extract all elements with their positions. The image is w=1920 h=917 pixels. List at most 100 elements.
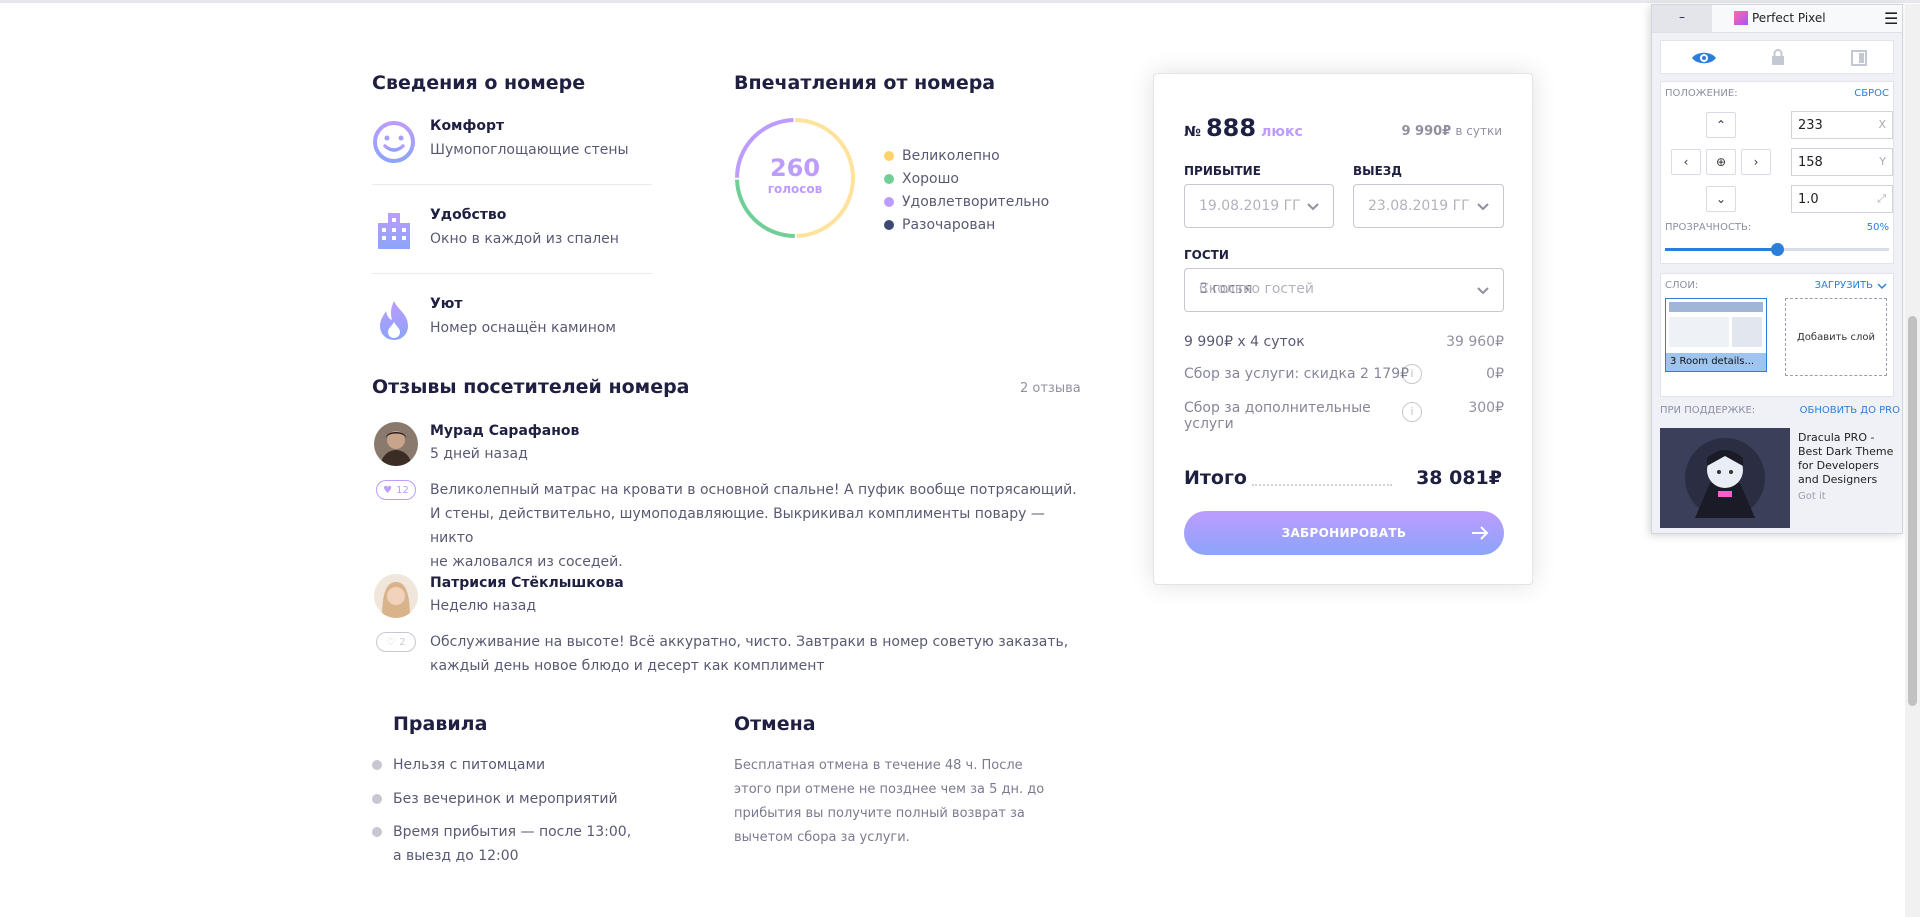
ad-link[interactable]: Got it (1798, 491, 1826, 502)
rule-text: а выезд до 12:00 (393, 848, 519, 864)
price-row-amount: 300₽ (1468, 400, 1504, 416)
departure-value: 23.08.2019 (1368, 198, 1449, 214)
dracula-ad-image[interactable] (1660, 428, 1790, 528)
cancel-line: этого при отмене не позднее чем за 5 дн.… (734, 782, 1045, 797)
legend-good: Хорошо (884, 171, 959, 187)
move-left-button[interactable]: ‹ (1671, 149, 1701, 175)
rule-text: Время прибытия — после 13:00, (393, 824, 632, 840)
bullet (372, 794, 382, 804)
booking-card: № 888 люкс 9 990₽ в сутки Прибытие 19.08… (1153, 73, 1533, 585)
review-line: И стены, действительно, шумоподавляющие.… (430, 506, 1045, 546)
divider (372, 273, 652, 274)
layer-thumb-image (1669, 317, 1729, 347)
arrival-value: 19.08.2019 (1199, 198, 1280, 214)
upgrade-button[interactable]: Обновить до PRO (1800, 405, 1900, 416)
review-line: каждый день новое блюдо и десерт как ком… (430, 658, 825, 674)
reset-button[interactable]: Сброс (1854, 88, 1889, 99)
price-row-amount: 39 960₽ (1446, 334, 1504, 350)
votes-count: 260 (769, 154, 821, 182)
upload-button[interactable]: Загрузить (1815, 280, 1873, 291)
y-axis-label: Y (1879, 155, 1886, 168)
review-text: Великолепный матрас на кровати в основно… (430, 478, 1090, 574)
center-button[interactable]: ⊕ (1706, 149, 1736, 175)
price-value: 9 990₽ (1401, 124, 1452, 139)
menu-icon[interactable]: ☰ (1884, 9, 1898, 28)
panel-title: Perfect Pixel (1752, 11, 1826, 25)
layer-thumbnail[interactable]: 3 Room details... (1665, 298, 1767, 372)
layers-label: Слои: (1665, 280, 1699, 291)
scrollbar-thumb[interactable] (1908, 316, 1917, 706)
room-details-title: Сведения о номере (372, 72, 586, 94)
cancel-line: прибытия вы получите полный возврат за (734, 806, 1025, 821)
invert-icon[interactable] (1851, 50, 1867, 66)
center-icon: ⊕ (1715, 155, 1727, 169)
legend-label: Разочарован (902, 217, 996, 233)
arrival-date-field[interactable]: 19.08.2019 ГГ (1184, 184, 1334, 228)
like-button[interactable]: ♥ 12 (376, 480, 416, 500)
legend-dot (884, 151, 894, 161)
rule-item: Без вечеринок и мероприятий (372, 787, 618, 811)
price-row-amount: 0₽ (1486, 366, 1504, 382)
like-button[interactable]: ♡ 2 (376, 632, 416, 652)
total-dots (1252, 484, 1392, 486)
move-up-button[interactable]: ⌃ (1706, 112, 1736, 138)
eye-icon[interactable] (1691, 50, 1717, 66)
reviews-count: 2 отзыва (1020, 381, 1081, 396)
panel-header: – Perfect Pixel ☰ (1652, 5, 1902, 33)
legend-label: Великолепно (902, 148, 1000, 164)
arrow-right-icon (1472, 526, 1489, 540)
lock-icon[interactable] (1771, 49, 1785, 65)
review-line: Обслуживание на высоте! Всё аккуратно, ч… (430, 634, 1069, 650)
layer-name: 3 Room details... (1666, 353, 1766, 371)
chevron-down-icon (1877, 283, 1887, 290)
legend-satisfactory: Удовлетворительно (884, 194, 1049, 210)
feature-desc: Номер оснащён камином (430, 320, 616, 336)
rules-title: Правила (393, 713, 488, 735)
x-input[interactable]: 233 X (1791, 111, 1893, 139)
chevron-left-icon: ‹ (1683, 155, 1689, 169)
legend-label: Хорошо (902, 171, 959, 187)
avatar-image (374, 574, 418, 618)
review-line: Великолепный матрас на кровати в основно… (430, 482, 1077, 498)
price-row-label: Сбор за услуги: скидка 2 179₽ (1184, 366, 1410, 382)
opacity-slider-thumb[interactable] (1771, 243, 1784, 256)
scale-input[interactable]: 1.0 ⤢ (1791, 185, 1893, 213)
rule-text: Без вечеринок и мероприятий (393, 791, 618, 807)
layers-box: Слои: Загрузить 3 Room details... Добави… (1660, 273, 1894, 397)
chevron-right-icon: › (1753, 155, 1759, 169)
add-layer-button[interactable]: Добавить слой (1785, 298, 1887, 376)
book-button[interactable]: Забронировать (1184, 511, 1504, 555)
page-scrollbar[interactable] (1905, 4, 1920, 917)
departure-label: Выезд (1353, 164, 1402, 178)
minimize-button[interactable]: – (1652, 5, 1712, 32)
scale-value: 1.0 (1798, 191, 1819, 207)
chevron-up-icon: ⌃ (1715, 118, 1727, 132)
top-border (0, 0, 1920, 3)
perfect-pixel-panel: – Perfect Pixel ☰ Положение: Сброс ⌃ ‹ ⊕… (1651, 4, 1903, 534)
y-value: 158 (1798, 154, 1823, 170)
price-unit: в сутки (1455, 124, 1502, 138)
rule-text: Нельзя с питомцами (393, 757, 546, 773)
guests-value: 3 гостя (1199, 281, 1253, 297)
move-right-button[interactable]: › (1741, 149, 1771, 175)
info-icon[interactable]: i (1402, 364, 1422, 384)
move-down-button[interactable]: ⌄ (1706, 186, 1736, 212)
price-row-label: 9 990₽ х 4 суток (1184, 334, 1305, 350)
total-value: 38 081₽ (1416, 467, 1502, 489)
ad-title[interactable]: Dracula PRO - Best Dark Theme for Develo… (1798, 431, 1898, 487)
arrival-suffix: ГГ (1283, 198, 1301, 214)
votes-label: голосов (767, 182, 823, 196)
support-label: При поддержке: (1660, 405, 1756, 416)
price-row: Сбор за дополнительные услуги i 300₽ (1184, 400, 1504, 432)
layer-thumb-image (1732, 317, 1762, 347)
feature-title: Удобство (430, 207, 507, 223)
guests-dropdown[interactable]: Сколько гостей 3 гостя (1184, 268, 1504, 312)
departure-date-field[interactable]: 23.08.2019 ГГ (1353, 184, 1504, 228)
building-icon (378, 213, 410, 249)
info-icon[interactable]: i (1402, 402, 1422, 422)
opacity-slider-track[interactable] (1665, 243, 1889, 256)
room-number-value: 888 (1205, 114, 1257, 142)
guests-label: Гости (1184, 248, 1229, 262)
room-type: люкс (1261, 124, 1303, 140)
y-input[interactable]: 158 Y (1791, 148, 1893, 176)
